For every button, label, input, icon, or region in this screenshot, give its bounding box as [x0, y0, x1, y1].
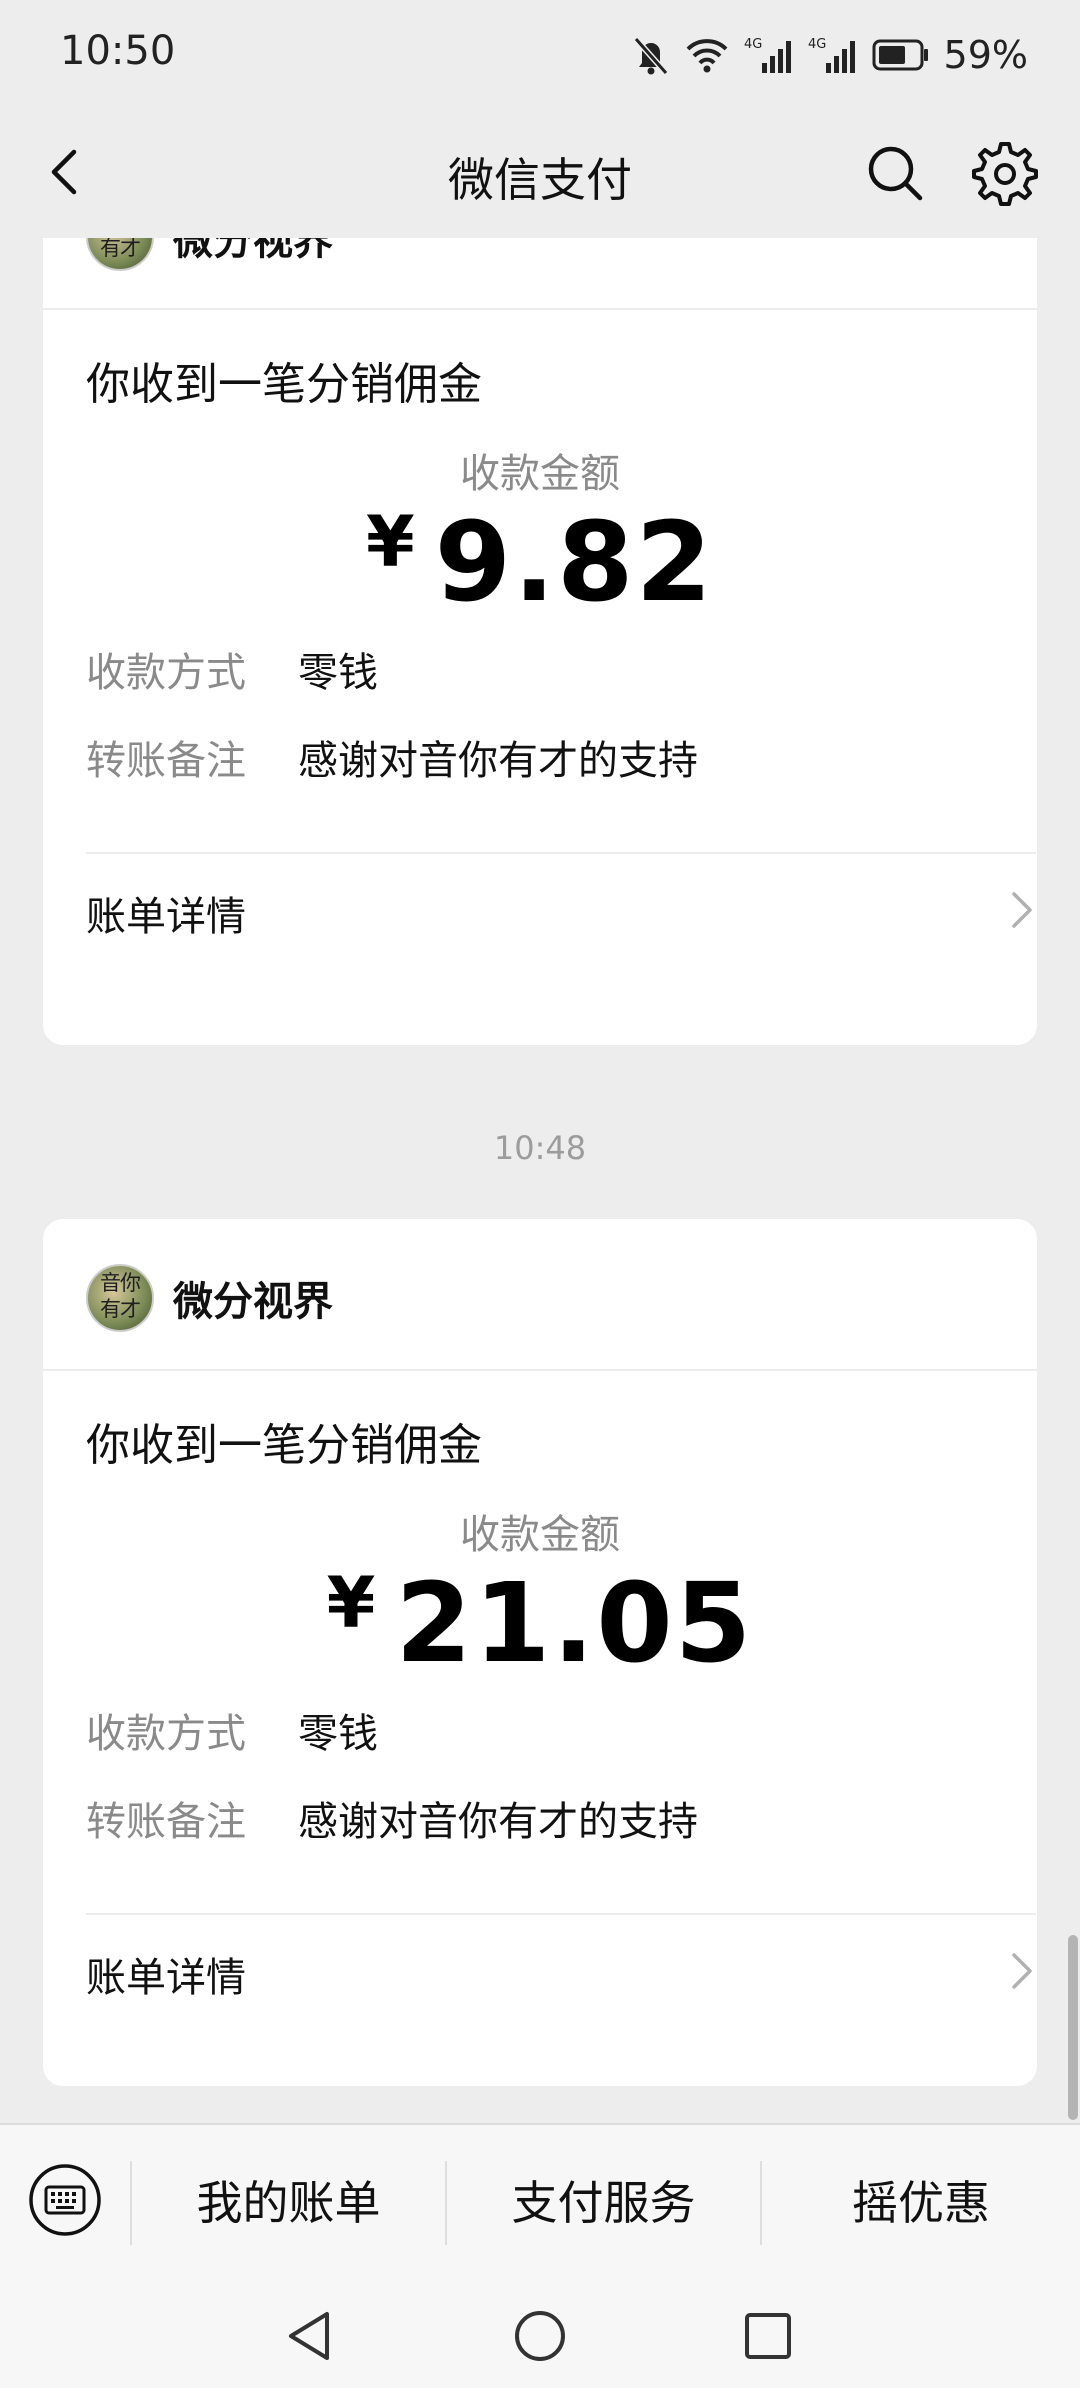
nav-home-circle-icon[interactable]	[512, 2308, 568, 2364]
nav-back-triangle-icon[interactable]	[283, 2308, 337, 2364]
search-icon[interactable]	[862, 140, 928, 206]
method-row: 收款方式 零钱	[86, 1701, 378, 1759]
amount-label: 收款金额	[460, 1512, 620, 1558]
bottom-menu-bar: 我的账单 支付服务 摇优惠	[0, 2123, 1080, 2280]
method-label: 收款方式	[86, 650, 246, 696]
message-feed[interactable]: 音你 有才 微分视界 你收到一笔分销佣金 收款金额 ¥9.82 收款方式零钱 转…	[0, 238, 1080, 2123]
nav-recents-square-icon[interactable]	[742, 2310, 794, 2362]
currency-symbol: ¥	[326, 1562, 376, 1644]
status-bar: 10:50 4G 4G 59%	[0, 0, 1080, 110]
mute-bell-icon	[633, 37, 668, 75]
signal-4g-icon-2: 4G	[808, 37, 855, 73]
merchant-name: 微分视界	[173, 1279, 333, 1325]
note-label: 转账备注	[86, 738, 246, 784]
bill-detail-label: 账单详情	[86, 1955, 246, 2001]
svg-text:4G: 4G	[808, 37, 826, 52]
note-value: 感谢对音你有才的支持	[298, 738, 698, 784]
avatar-text: 音你 有才	[100, 238, 141, 260]
wifi-icon	[686, 39, 727, 73]
bill-detail-link[interactable]: 账单详情	[86, 864, 1036, 954]
keyboard-icon[interactable]	[28, 2163, 102, 2237]
method-row: 收款方式 零钱	[86, 640, 378, 698]
gear-icon[interactable]	[968, 138, 1038, 208]
card-header[interactable]: 音你 有才 微分视界	[43, 1219, 1037, 1371]
method-value: 零钱	[298, 1711, 378, 1757]
card-title: 你收到一笔分销佣金	[86, 359, 482, 410]
note-value: 感谢对音你有才的支持	[298, 1799, 698, 1845]
signal-4g-icon: 4G	[744, 37, 791, 73]
scrollbar[interactable]	[1068, 1935, 1078, 2120]
menu-payment-services[interactable]: 支付服务	[447, 2161, 760, 2245]
system-nav-bar	[0, 2278, 1080, 2388]
avatar-text: 音你 有才	[100, 1271, 141, 1321]
svg-text:4G: 4G	[744, 37, 762, 52]
bill-detail-label: 账单详情	[86, 894, 246, 940]
note-label: 转账备注	[86, 1799, 246, 1845]
card-header[interactable]: 音你 有才 微分视界	[43, 238, 1037, 310]
divider	[86, 1913, 1036, 1915]
avatar: 音你 有才	[86, 238, 154, 271]
avatar: 音你 有才	[86, 1264, 154, 1332]
nav-bar: 微信支付	[0, 110, 1080, 238]
amount-value: 21.05	[395, 1559, 754, 1687]
battery-icon	[872, 39, 928, 71]
amount-value: 9.82	[434, 498, 715, 626]
divider	[86, 852, 1036, 854]
status-icons: 4G 4G 59%	[632, 30, 1028, 80]
card-title: 你收到一笔分销佣金	[86, 1420, 482, 1471]
note-row: 转账备注 感谢对音你有才的支持	[86, 1789, 698, 1847]
message-timestamp: 10:48	[493, 1129, 587, 1167]
menu-my-bills[interactable]: 我的账单	[132, 2161, 445, 2245]
status-time: 10:50	[60, 28, 176, 74]
amount: ¥21.05	[43, 1559, 1037, 1687]
chevron-right-icon	[1012, 892, 1032, 928]
menu-shake-deals[interactable]: 摇优惠	[762, 2161, 1080, 2245]
merchant-name: 微分视界	[173, 238, 333, 264]
amount-label: 收款金额	[460, 451, 620, 497]
bill-detail-link[interactable]: 账单详情	[86, 1925, 1036, 2015]
chevron-right-icon	[1012, 1953, 1032, 1989]
payment-card: 音你 有才 微分视界 你收到一笔分销佣金 收款金额 ¥21.05 收款方式 零钱 …	[43, 1219, 1037, 2086]
currency-symbol: ¥	[365, 501, 415, 583]
payment-card: 音你 有才 微分视界 你收到一笔分销佣金 收款金额 ¥9.82 收款方式 零钱 转…	[43, 238, 1037, 1045]
battery-percent: 59%	[943, 33, 1028, 77]
amount: ¥9.82	[43, 498, 1037, 626]
method-value: 零钱	[298, 650, 378, 696]
note-row: 转账备注 感谢对音你有才的支持	[86, 728, 698, 786]
method-label: 收款方式	[86, 1711, 246, 1757]
